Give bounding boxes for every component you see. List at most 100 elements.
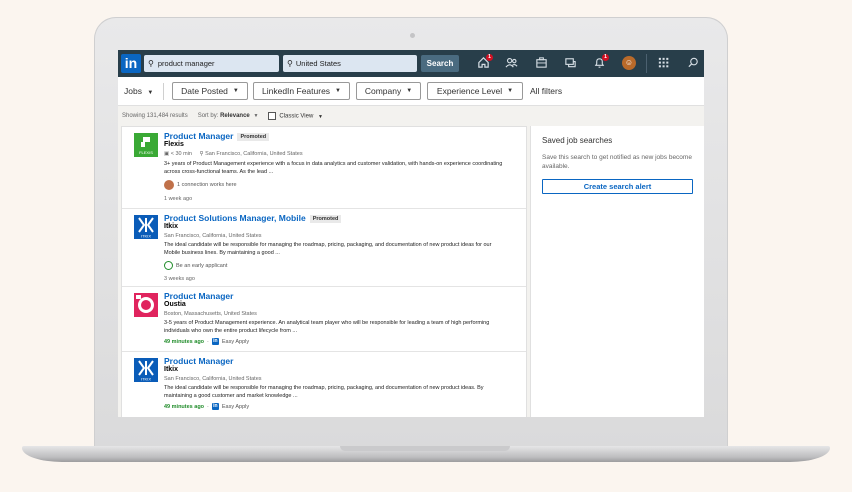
filter-bar: Jobs ▼ Date Posted ▼ LinkedIn Features ▼… <box>118 77 704 106</box>
sort-label: Sort by: <box>197 113 219 119</box>
job-description: 3+ years of Product Management experienc… <box>164 161 503 175</box>
job-card[interactable]: ITKIX Product Solutions Manager, Mobile P… <box>122 209 526 287</box>
notifications-bell-icon[interactable]: 1 <box>592 54 609 70</box>
early-applicant-text: Be an early applicant <box>176 262 228 269</box>
classic-view-toggle[interactable]: Classic View ▼ <box>268 112 323 120</box>
location-input[interactable]: ⚲ United States <box>283 55 417 72</box>
caret-down-icon: ▼ <box>232 88 239 94</box>
jobs-briefcase-icon[interactable] <box>534 56 548 70</box>
caret-down-icon: ▼ <box>406 88 413 94</box>
connection-insight: 1 connection works here <box>164 180 237 190</box>
date-posted-filter[interactable]: Date Posted ▼ <box>172 82 248 100</box>
job-title: Product Solutions Manager, Mobile <box>164 213 306 223</box>
job-card[interactable]: ITKIX Product Manager Itkix San Francisc… <box>122 352 526 417</box>
linkedin-mini-icon: in <box>211 338 219 345</box>
location-value: United States <box>295 59 341 68</box>
search-button[interactable]: Search <box>421 55 459 72</box>
clock-icon <box>164 261 173 270</box>
premium-search-icon[interactable] <box>686 56 700 70</box>
saved-searches-description: Save this search to get notified as new … <box>542 154 692 170</box>
laptop-notch <box>340 446 510 451</box>
posted-time: 49 minutes ago <box>164 403 205 410</box>
home-icon[interactable]: 1 <box>476 54 493 70</box>
sort-dropdown[interactable]: Sort by: Relevance ▼ <box>198 113 259 119</box>
itkix-logo-text: ITKIX <box>141 377 151 382</box>
job-title-link[interactable]: Product Manager <box>164 356 233 366</box>
company-name[interactable]: Flexis <box>164 141 184 148</box>
separator-dot: · <box>207 403 209 410</box>
screen: in ⚲ product manager ⚲ United States Sea… <box>118 50 704 417</box>
job-card[interactable]: Product Manager Oustia Boston, Massachus… <box>122 287 526 352</box>
sort-value: Relevance <box>220 113 250 119</box>
itkix-logo-text: ITKIX <box>141 234 151 239</box>
location-pin-icon: ⚲ <box>287 59 293 68</box>
checkbox-icon <box>268 112 277 120</box>
company-label: Company <box>364 86 402 96</box>
all-filters-button[interactable]: All filters <box>530 86 562 96</box>
separator-dot: · <box>207 338 209 345</box>
job-title-link[interactable]: Product Manager <box>164 291 233 301</box>
easy-apply-label: Easy Apply <box>221 338 250 345</box>
posted-time: 3 weeks ago <box>164 276 195 282</box>
home-badge: 1 <box>486 54 493 61</box>
oustia-logo <box>134 293 158 317</box>
company-name[interactable]: Itkix <box>164 223 178 230</box>
classic-view-label: Classic View <box>279 113 314 120</box>
jobs-dropdown[interactable]: Jobs ▼ <box>124 86 153 96</box>
posted-time: 49 minutes ago <box>164 338 205 345</box>
job-meta: ▣ < 30 min ⚲ San Francisco, California, … <box>164 151 303 157</box>
search-icon: ⚲ <box>148 59 154 68</box>
create-search-alert-button[interactable]: Create search alert <box>542 179 693 194</box>
date-posted-label: Date Posted <box>181 86 228 96</box>
location-pin-icon: ⚲ <box>199 151 204 157</box>
caret-down-icon: ▼ <box>507 88 514 94</box>
apps-grid-icon[interactable] <box>656 56 670 70</box>
caret-down-icon: ▼ <box>317 113 323 120</box>
linkedin-features-filter[interactable]: LinkedIn Features ▼ <box>253 82 350 100</box>
company-name[interactable]: Oustia <box>164 301 186 308</box>
camera-dot <box>410 33 415 38</box>
search-input[interactable]: ⚲ product manager <box>144 55 279 72</box>
early-applicant-insight: Be an early applicant <box>164 261 227 270</box>
job-title: Product Manager <box>164 356 234 366</box>
messaging-icon[interactable] <box>563 56 577 70</box>
filter-separator <box>163 83 164 100</box>
caret-down-icon: ▼ <box>147 90 154 96</box>
commute-time: < 30 min <box>170 151 192 157</box>
job-title-link[interactable]: Product Manager Promoted <box>164 131 270 141</box>
linkedin-logo[interactable]: in <box>121 54 141 73</box>
job-description: 3-5 years of Product Management experien… <box>164 320 490 334</box>
linkedin-mini-icon: in <box>211 403 219 410</box>
connection-avatar <box>164 180 174 190</box>
promoted-badge: Promoted <box>309 214 342 223</box>
job-footer: 49 minutes ago · in Easy Apply <box>164 338 249 345</box>
job-title-link[interactable]: Product Solutions Manager, Mobile Promote… <box>164 213 342 223</box>
linkedin-features-label: LinkedIn Features <box>262 86 331 96</box>
job-description: The ideal candidate will be responsible … <box>164 385 484 399</box>
saved-searches-title: Saved job searches <box>542 136 613 145</box>
top-nav: in ⚲ product manager ⚲ United States Sea… <box>118 50 704 77</box>
nav-divider <box>646 54 647 73</box>
itkix-logo: ITKIX <box>134 215 158 239</box>
easy-apply-label: Easy Apply <box>221 403 250 410</box>
job-location: San Francisco, California, United States <box>164 376 262 382</box>
flexis-logo: FLEXIS <box>134 133 158 157</box>
job-footer: 49 minutes ago · in Easy Apply <box>164 403 249 410</box>
profile-avatar[interactable]: ☺ <box>622 56 636 70</box>
posted-time: 1 week ago <box>164 196 193 202</box>
jobs-dropdown-label: Jobs <box>124 86 142 96</box>
job-location: San Francisco, California, United States <box>205 151 303 157</box>
flexis-logo-text: FLEXIS <box>139 150 153 155</box>
job-card[interactable]: FLEXIS Product Manager Promoted Flexis ▣ … <box>122 127 526 209</box>
itkix-logo: ITKIX <box>134 358 158 382</box>
saved-searches-panel: Saved job searches Save this search to g… <box>530 126 704 417</box>
company-name[interactable]: Itkix <box>164 366 178 373</box>
experience-level-filter[interactable]: Experience Level ▼ <box>427 82 523 100</box>
job-title: Product Manager <box>164 131 234 141</box>
network-icon[interactable] <box>504 56 518 70</box>
search-value: product manager <box>157 59 215 68</box>
notifications-badge: 1 <box>602 54 609 61</box>
company-filter[interactable]: Company ▼ <box>356 82 421 100</box>
caret-down-icon: ▼ <box>253 113 259 119</box>
job-description: The ideal candidate will be responsible … <box>164 242 492 256</box>
